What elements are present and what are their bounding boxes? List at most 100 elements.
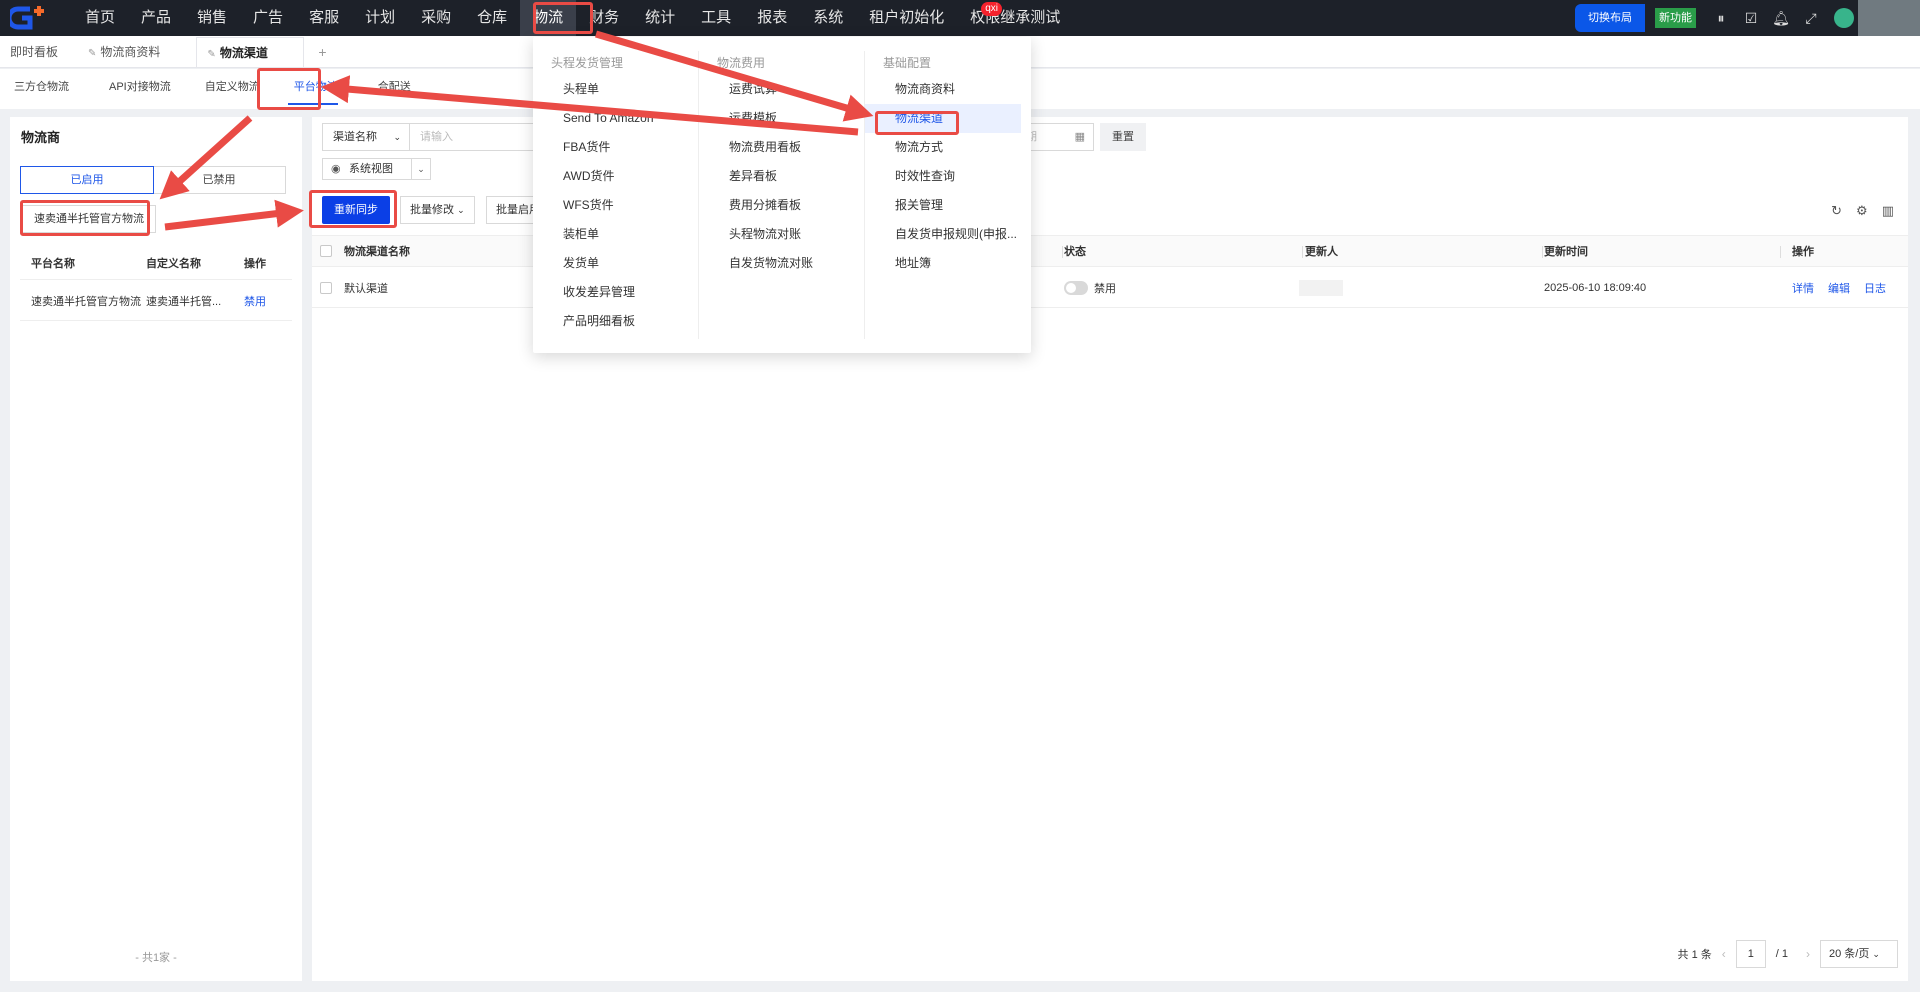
checkbox[interactable] [320, 245, 332, 257]
page-tab-dashboard[interactable]: 即时看板 [0, 37, 68, 67]
menu-item[interactable]: AWD货件 [533, 162, 698, 191]
menu-item[interactable]: 费用分摊看板 [699, 191, 864, 220]
fullscreen-icon[interactable]: ⤢ [1796, 10, 1826, 27]
avatar[interactable] [1834, 8, 1854, 28]
status-toggle[interactable] [1064, 280, 1088, 295]
page-input[interactable]: 1 [1735, 940, 1766, 968]
page-size-label: 20 条/页 [1829, 948, 1870, 960]
calendar-check-icon[interactable]: ☑ [1736, 10, 1766, 27]
add-tab-button[interactable]: + [304, 37, 340, 67]
menu-item[interactable]: 时效性查询 [865, 162, 1031, 191]
chevron-down-icon: ⌄ [457, 205, 465, 215]
highlight-carrier-chip [20, 200, 150, 236]
switch-layout-button[interactable]: 切换布局 [1575, 4, 1645, 32]
highlight-subtab-platform [257, 68, 321, 110]
nav-tenant-init[interactable]: 租户初始化 [856, 0, 957, 36]
detail-link[interactable]: 详情 [1792, 268, 1814, 307]
menu-item[interactable]: 产品明细看板 [533, 307, 698, 336]
pause-circle-icon[interactable]: ⏸ [1706, 10, 1736, 27]
disable-link[interactable]: 禁用 [236, 293, 292, 309]
select-all-checkbox[interactable] [320, 236, 332, 266]
settings-icon[interactable]: ⚙ [1856, 203, 1868, 219]
menu-col-fees: 物流费用 运费试算 运费模板 物流费用看板 差异看板 费用分摊看板 头程物流对账… [699, 51, 864, 278]
chevron-down-icon: ⌄ [417, 164, 425, 174]
menu-item[interactable]: 物流商资料 [865, 75, 1031, 104]
menu-item[interactable]: 运费模板 [699, 104, 864, 133]
view-select[interactable]: ◉ 系统视图 [322, 158, 412, 180]
menu-item[interactable]: Send To Amazon [533, 104, 698, 133]
subtab-api[interactable]: API对接物流 [83, 69, 185, 109]
menu-item[interactable]: 运费试算 [699, 75, 864, 104]
menu-item[interactable]: 头程物流对账 [699, 220, 864, 249]
menu-group-title: 物流费用 [717, 56, 766, 70]
status-text: 禁用 [1094, 282, 1116, 295]
app-logo[interactable] [0, 0, 60, 36]
carrier-panel: 物流商 已启用 已禁用 速卖通半托管官方物流 平台名称 自定义名称 操作 速卖通… [10, 117, 302, 981]
menu-item[interactable]: 头程单 [533, 75, 698, 104]
menu-item[interactable]: 发货单 [533, 249, 698, 278]
segment-disabled[interactable]: 已禁用 [153, 167, 285, 193]
edit-link[interactable]: 编辑 [1828, 268, 1850, 307]
page-size-select[interactable]: 20 条/页 ⌄ [1820, 940, 1898, 968]
checkbox[interactable] [320, 281, 332, 294]
menu-item[interactable]: 自发货申报规则(申报... [865, 220, 1031, 249]
nav-system[interactable]: 系统 [800, 0, 856, 36]
refresh-icon[interactable]: ↻ [1831, 203, 1842, 219]
view-dropdown-button[interactable]: ⌄ [411, 158, 431, 180]
col-status: 状态 [1064, 246, 1086, 258]
menu-item[interactable]: WFS货件 [533, 191, 698, 220]
nav-badge: qxi [981, 2, 1003, 16]
nav-reports[interactable]: 报表 [744, 0, 800, 36]
subtab-delivery[interactable]: 合配送 [352, 69, 425, 109]
menu-item[interactable]: 报关管理 [865, 191, 1031, 220]
nav-tools[interactable]: 工具 [688, 0, 744, 36]
menu-item[interactable]: 收发差异管理 [533, 278, 698, 307]
nav-ads[interactable]: 广告 [240, 0, 296, 36]
user-info-block[interactable] [1858, 0, 1920, 36]
filter-field-select[interactable]: 渠道名称 ⌄ [322, 123, 410, 151]
nav-purchase[interactable]: 采购 [408, 0, 464, 36]
nav-plan[interactable]: 计划 [352, 0, 408, 36]
new-feature-badge[interactable]: 新功能 [1655, 8, 1696, 28]
nav-stats[interactable]: 统计 [632, 0, 688, 36]
page-count: / 1 [1775, 948, 1788, 960]
prev-page-icon[interactable]: ‹ [1722, 947, 1726, 961]
nav-home[interactable]: 首页 [72, 0, 128, 36]
carrier-table-head: 平台名称 自定义名称 操作 [20, 246, 292, 280]
next-page-icon[interactable]: › [1806, 947, 1810, 961]
reset-button[interactable]: 重置 [1100, 123, 1146, 151]
nav-warehouse[interactable]: 仓库 [464, 0, 520, 36]
menu-item[interactable]: 物流方式 [865, 133, 1031, 162]
page-tab-carrier-info[interactable]: ✎ 物流商资料 [78, 37, 170, 67]
columns-icon[interactable]: ▥ [1882, 203, 1894, 219]
menu-item[interactable]: 自发货物流对账 [699, 249, 864, 278]
cell-updater [1299, 268, 1343, 307]
col-channel-name: 物流渠道名称 [344, 246, 410, 258]
bell-icon[interactable]: 🔔︎ [1766, 10, 1796, 27]
segment-enabled[interactable]: 已启用 [20, 166, 154, 194]
menu-item[interactable]: 地址簿 [865, 249, 1031, 278]
nav-product[interactable]: 产品 [128, 0, 184, 36]
nav-permission-test[interactable]: 权限继承测试 qxi [957, 0, 1073, 36]
chevron-down-icon: ⌄ [393, 132, 401, 142]
cell-updated-time: 2025-06-10 18:09:40 [1544, 281, 1647, 294]
eye-icon: ◉ [331, 163, 341, 175]
menu-item[interactable]: 物流费用看板 [699, 133, 864, 162]
menu-item[interactable]: 装柜单 [533, 220, 698, 249]
chevron-down-icon: ⌄ [1872, 949, 1880, 959]
batch-edit-button[interactable]: 批量修改 ⌄ [400, 196, 475, 224]
col-platform-name: 平台名称 [31, 257, 75, 270]
subtab-3pl[interactable]: 三方仓物流 [0, 69, 83, 109]
col-custom-name: 自定义名称 [146, 257, 201, 270]
nav-service[interactable]: 客服 [296, 0, 352, 36]
table-row[interactable]: 速卖通半托管官方物流 速卖通半托管... 禁用 [20, 281, 292, 321]
col-updated-time: 更新时间 [1544, 246, 1588, 258]
page-tab-logistics-channel[interactable]: ✎ 物流渠道 [196, 37, 305, 67]
row-checkbox[interactable] [320, 268, 332, 307]
logo-icon [10, 6, 44, 30]
log-link[interactable]: 日志 [1864, 268, 1886, 307]
menu-col-first-leg: 头程发货管理 头程单 Send To Amazon FBA货件 AWD货件 WF… [533, 51, 698, 336]
menu-item[interactable]: FBA货件 [533, 133, 698, 162]
menu-item[interactable]: 差异看板 [699, 162, 864, 191]
nav-sales[interactable]: 销售 [184, 0, 240, 36]
